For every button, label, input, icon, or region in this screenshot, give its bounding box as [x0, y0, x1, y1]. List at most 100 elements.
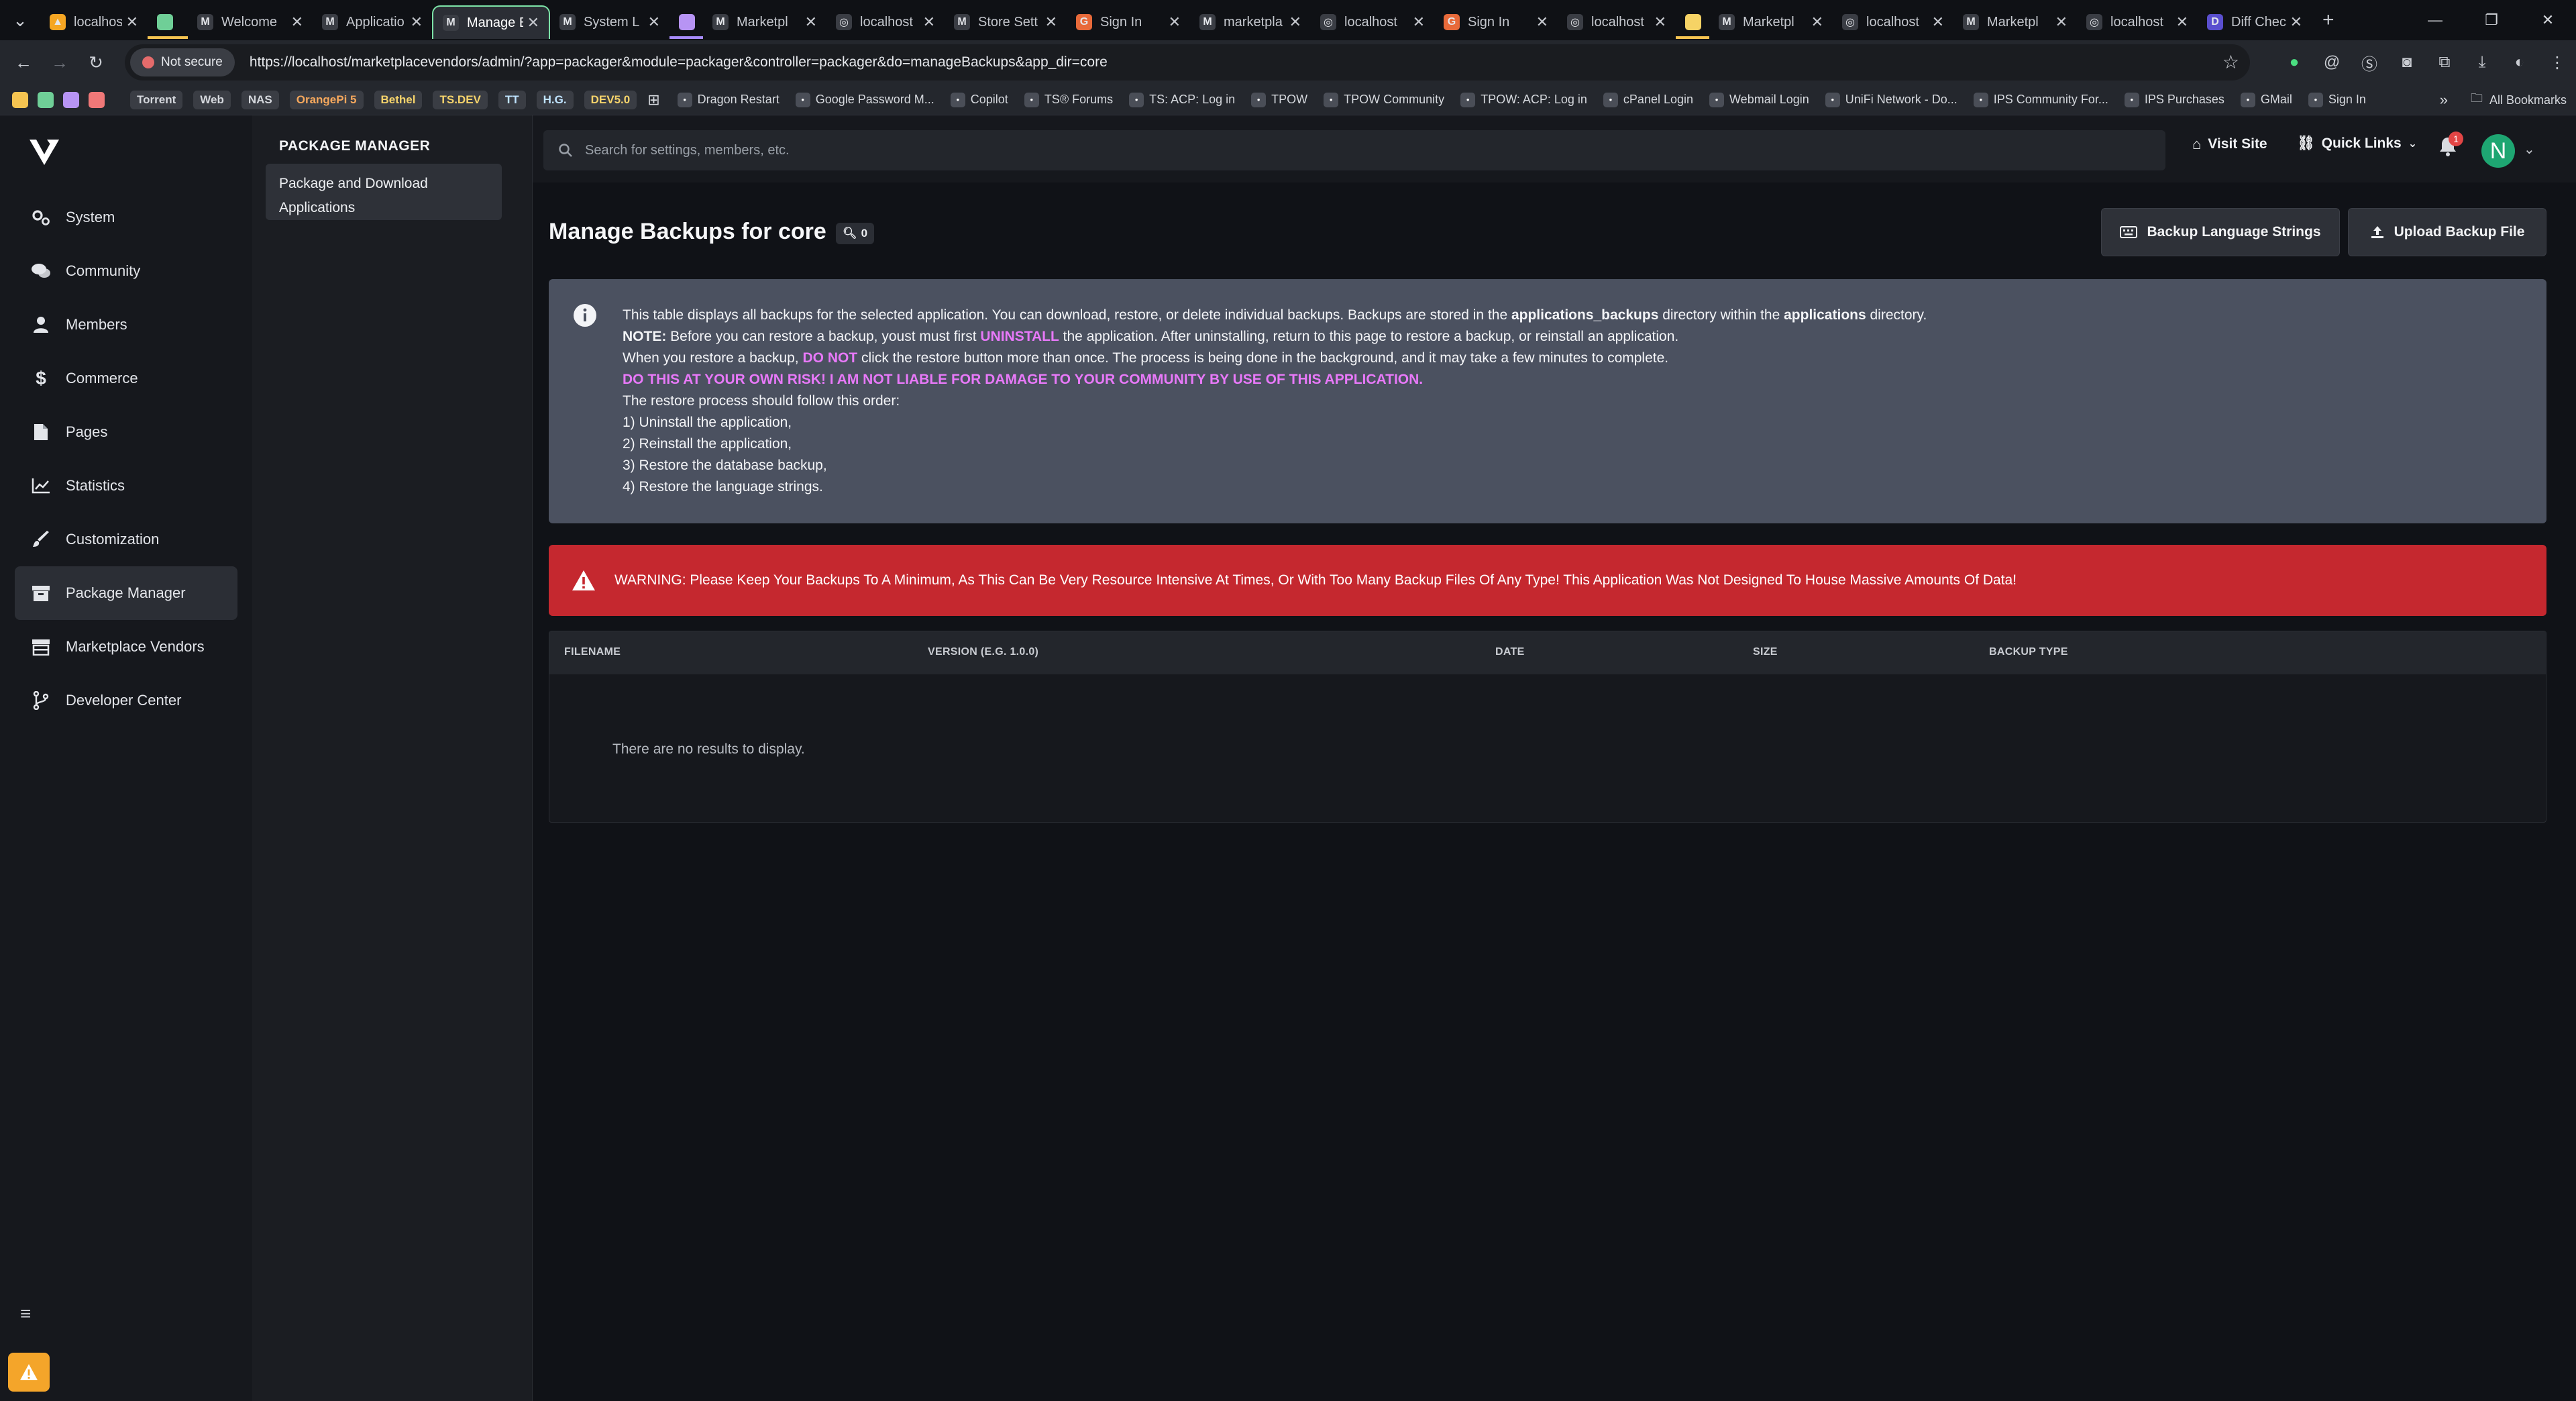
sidebar-item-package-manager[interactable]: Package Manager — [15, 566, 237, 620]
user-menu-chevron-icon[interactable]: ⌄ — [2524, 141, 2535, 158]
logo-icon[interactable] — [27, 136, 62, 170]
tab-close-icon[interactable]: ✕ — [1413, 13, 1425, 31]
sidebar-item-marketplace-vendors[interactable]: Marketplace Vendors — [15, 620, 237, 674]
bookmark-item[interactable]: TS.DEV — [433, 90, 488, 109]
bookmark-green-icon[interactable] — [38, 91, 54, 108]
extension-at-icon[interactable]: @ — [2313, 53, 2351, 72]
sidebar-item-statistics[interactable]: Statistics — [15, 459, 237, 513]
forward-button[interactable]: → — [42, 44, 78, 81]
bookmark-item[interactable]: • TPOW: ACP: Log in — [1460, 92, 1587, 107]
tab-close-icon[interactable]: ✕ — [291, 13, 303, 31]
tab-close-icon[interactable]: ✕ — [126, 13, 138, 31]
browser-tab[interactable]: M Marketpl ✕ — [703, 5, 826, 39]
bookmark-item[interactable]: • TPOW Community — [1324, 92, 1444, 107]
subnav-item-package-download[interactable]: Package and Download Applications — [266, 164, 502, 220]
bookmark-item[interactable]: Web — [193, 90, 231, 109]
bookmark-item[interactable]: • TS® Forums — [1024, 92, 1113, 107]
browser-tab[interactable]: M Manage B ✕ — [432, 5, 550, 39]
browser-tab[interactable]: M Marketpl ✕ — [1953, 5, 2077, 39]
all-bookmarks-folder[interactable]: 🗀 All Bookmarks — [2471, 90, 2567, 110]
alert-warning-button[interactable] — [8, 1353, 50, 1392]
site-info-button[interactable]: Not secure — [130, 48, 235, 76]
address-bar[interactable]: Not secure https://localhost/marketplace… — [125, 44, 2250, 81]
tab-close-icon[interactable]: ✕ — [1811, 13, 1823, 31]
column-header-version[interactable]: VERSION (E.G. 1.0.0) — [928, 646, 1038, 658]
column-header-filename[interactable]: FILENAME — [564, 646, 621, 658]
reload-button[interactable]: ↻ — [78, 44, 114, 81]
tab-close-icon[interactable]: ✕ — [1654, 13, 1666, 31]
tab-close-icon[interactable]: ✕ — [2176, 13, 2188, 31]
browser-tab[interactable]: ◎ localhost ✕ — [1558, 5, 1676, 39]
tab-close-icon[interactable]: ✕ — [2290, 13, 2302, 31]
bookmark-item[interactable]: • Copilot — [950, 92, 1008, 107]
bookmark-item[interactable]: • Webmail Login — [1709, 92, 1809, 107]
quick-links-dropdown[interactable]: ⛓ Quick Links ⌄ — [2297, 136, 2417, 152]
tab-close-icon[interactable]: ✕ — [411, 13, 423, 31]
profile-icon[interactable]: ◐ — [2501, 53, 2538, 72]
tab-close-icon[interactable]: ✕ — [923, 13, 935, 31]
sidebar-item-customization[interactable]: Customization — [15, 513, 237, 566]
sidebar-item-members[interactable]: Members — [15, 298, 237, 352]
search-count-badge[interactable]: 🔍︎ 0 — [836, 223, 875, 244]
collapse-menu-icon[interactable]: ≡ — [20, 1303, 31, 1325]
bookmark-item[interactable]: • Google Password M... — [795, 92, 934, 107]
browser-tab[interactable]: M Welcome ✕ — [188, 5, 313, 39]
bookmark-item[interactable]: OrangePi 5 — [289, 90, 364, 109]
sidebar-item-pages[interactable]: Pages — [15, 405, 237, 459]
tab-close-icon[interactable]: ✕ — [1536, 13, 1548, 31]
tab-close-icon[interactable]: ✕ — [527, 14, 539, 32]
new-tab-button[interactable]: + — [2312, 9, 2345, 32]
browser-tab[interactable]: ◎ localhost ✕ — [2077, 5, 2198, 39]
sidebar-item-developer-center[interactable]: Developer Center — [15, 674, 237, 727]
bookmark-red-icon[interactable] — [89, 91, 105, 108]
browser-tab[interactable] — [1676, 5, 1709, 39]
restore-button[interactable]: ❐ — [2463, 0, 2520, 40]
tab-close-icon[interactable]: ✕ — [1932, 13, 1944, 31]
tab-close-icon[interactable]: ✕ — [1045, 13, 1057, 31]
tab-close-icon[interactable]: ✕ — [805, 13, 817, 31]
sidebar-item-system[interactable]: System — [15, 191, 237, 244]
browser-tab[interactable]: ◎ localhost ✕ — [826, 5, 945, 39]
browser-tab[interactable]: M Marketpl ✕ — [1709, 5, 1833, 39]
column-header-size[interactable]: SIZE — [1753, 646, 1778, 658]
bookmark-item[interactable]: • IPS Community For... — [1973, 92, 2108, 107]
sidebar-item-commerce[interactable]: $ Commerce — [15, 352, 237, 405]
browser-tab[interactable]: G Sign In ✕ — [1434, 5, 1558, 39]
bookmark-item[interactable]: • cPanel Login — [1603, 92, 1693, 107]
tab-close-icon[interactable]: ✕ — [1289, 13, 1301, 31]
column-header-date[interactable]: DATE — [1495, 646, 1525, 658]
admin-search-input[interactable]: Search for settings, members, etc. — [543, 130, 2165, 170]
bookmark-star-icon[interactable]: ☆ — [2222, 51, 2239, 73]
tab-search-button[interactable]: ⌄ — [0, 0, 40, 40]
bookmark-item[interactable]: Bethel — [374, 90, 423, 109]
bookmark-item[interactable]: • UniFi Network - Do... — [1825, 92, 1957, 107]
bookmark-item[interactable]: H.G. — [536, 90, 574, 109]
bookmark-yellow-icon[interactable] — [12, 91, 28, 108]
browser-tab[interactable]: M System L ✕ — [550, 5, 669, 39]
tab-close-icon[interactable]: ✕ — [1169, 13, 1181, 31]
extension-s-icon[interactable]: Ⓢ — [2351, 51, 2388, 74]
browser-menu-icon[interactable]: ⋮ — [2538, 53, 2576, 72]
minimize-button[interactable]: — — [2407, 0, 2463, 40]
browser-tab[interactable]: M Applicatio ✕ — [313, 5, 432, 39]
bookmark-purple-icon[interactable] — [63, 91, 79, 108]
bookmark-item[interactable]: • IPS Purchases — [2124, 92, 2224, 107]
tab-close-icon[interactable]: ✕ — [648, 13, 660, 31]
bookmark-item[interactable]: • Dragon Restart — [677, 92, 780, 107]
bookmark-item[interactable]: • TS: ACP: Log in — [1129, 92, 1235, 107]
bookmark-item[interactable]: • TPOW — [1251, 92, 1307, 107]
more-bookmarks-icon[interactable]: » — [2440, 91, 2448, 109]
visit-site-link[interactable]: ⌂ Visit Site — [2192, 136, 2267, 153]
extensions-puzzle-icon[interactable]: ⧉ — [2426, 53, 2463, 72]
browser-tab[interactable] — [669, 5, 703, 39]
browser-tab[interactable]: M Store Sett ✕ — [945, 5, 1067, 39]
extension-green-icon[interactable]: ● — [2275, 53, 2313, 72]
sidebar-item-community[interactable]: Community — [15, 244, 237, 298]
browser-tab[interactable]: G Sign In ✕ — [1067, 5, 1190, 39]
bookmark-item[interactable]: • Sign In — [2308, 92, 2366, 107]
browser-tab[interactable]: ▲ localhost ✕ — [40, 5, 148, 39]
bookmark-item[interactable]: DEV5.0 — [584, 90, 637, 109]
column-header-backup-type[interactable]: BACKUP TYPE — [1989, 646, 2068, 658]
bookmark-item[interactable]: • GMail — [2240, 92, 2292, 107]
bookmark-item[interactable]: Torrent — [130, 90, 183, 109]
